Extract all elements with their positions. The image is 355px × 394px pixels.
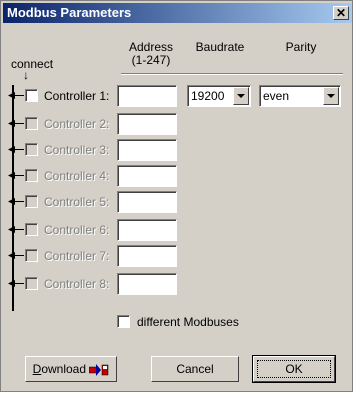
connection-branch [12,175,24,176]
header-separator [121,73,343,75]
connection-branch [12,149,24,150]
connection-branch [12,201,24,202]
different-modbuses-label: different Modbuses [137,315,239,329]
download-icon [89,363,109,376]
different-modbuses-checkbox[interactable] [117,315,130,328]
connection-branch [12,283,24,284]
baudrate-value: 19200 [191,89,225,103]
connection-branch [12,123,24,124]
download-rest: ownload [41,362,87,376]
controller-row: Controller 8: [1,273,354,295]
parity-select[interactable]: even [259,85,341,107]
controller-row: Controller 6: [1,219,354,241]
address-input[interactable] [117,191,177,213]
address-input[interactable] [117,113,177,135]
chevron-down-icon[interactable] [233,87,249,105]
close-button[interactable]: ✕ [333,6,349,20]
address-input[interactable] [117,273,177,295]
address-input[interactable] [117,219,177,241]
controller-row: Controller 3: [1,139,354,161]
controller-row: Controller 4: [1,165,354,187]
controller-row: Controller 2: [1,113,354,135]
connection-branch [12,229,24,230]
connection-branch [12,95,24,96]
baudrate-select[interactable]: 19200 [187,85,251,107]
ok-button[interactable]: OK [252,355,336,383]
modbus-parameters-dialog: Modbus Parameters ✕ Address (1-247) Baud… [0,0,353,392]
connect-checkbox[interactable] [25,89,38,102]
download-button[interactable]: Download [25,356,117,382]
controller-row: Controller 1: 19200 even [1,85,354,107]
controller-label: Controller 5: [44,195,110,209]
download-label: Download [33,362,86,376]
controller-label: Controller 1: [44,89,110,103]
controller-label: Controller 7: [44,249,110,263]
controller-label: Controller 3: [44,143,110,157]
connect-header: connect [11,57,54,71]
connect-checkbox [25,277,38,290]
ok-focus-rect [257,360,331,378]
address-input[interactable] [117,139,177,161]
title-bar: Modbus Parameters ✕ [3,3,352,23]
connect-checkbox [25,195,38,208]
address-range-label: (1-247) [131,53,171,67]
connect-arrow-icon: ↓ [23,68,29,82]
connect-checkbox [25,249,38,262]
chevron-down-icon[interactable] [323,87,339,105]
connection-branch [12,255,24,256]
address-input[interactable] [117,85,177,107]
cancel-button[interactable]: Cancel [151,356,239,382]
controller-row: Controller 7: [1,245,354,267]
controller-label: Controller 2: [44,117,110,131]
connect-checkbox [25,143,38,156]
connect-checkbox [25,223,38,236]
controller-row: Controller 5: [1,191,354,213]
address-input[interactable] [117,245,177,267]
parity-header: Parity [285,40,317,54]
connect-checkbox [25,169,38,182]
close-icon: ✕ [335,6,347,20]
baudrate-header: Baudrate [195,40,245,54]
address-header: Address (1-247) [121,41,181,67]
connect-checkbox [25,117,38,130]
window-title: Modbus Parameters [7,5,132,20]
address-input[interactable] [117,165,177,187]
controller-label: Controller 8: [44,277,110,291]
controller-label: Controller 6: [44,223,110,237]
download-mnemonic: D [32,362,42,376]
controller-label: Controller 4: [44,169,110,183]
parity-value: even [263,89,290,103]
